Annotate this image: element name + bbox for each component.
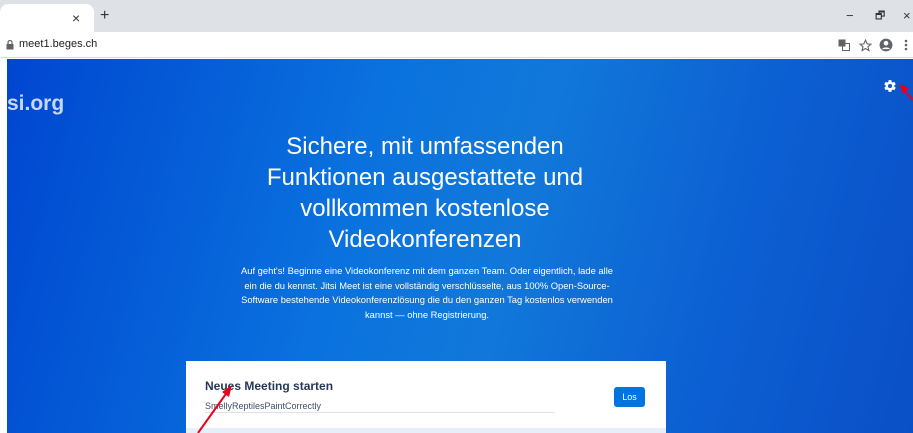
jitsi-welcome-page: si.org Sichere, mit umfassenden Funktion… [7,59,913,433]
headline-line: Funktionen ausgestattete und [266,164,584,191]
translate-icon[interactable] [836,37,852,53]
headline-line: Sichere, mit umfassenden [286,133,564,160]
page-description: Auf geht's! Beginne eine Videokonferenz … [207,264,647,322]
room-name-input[interactable] [205,399,555,413]
headline-line: Videokonferenzen [328,226,522,253]
address-bar: meet1.beges.ch [0,32,913,58]
jitsi-logo[interactable]: si.org [7,92,64,116]
menu-icon[interactable] [901,37,911,53]
new-tab-button[interactable]: + [100,8,109,24]
active-tab[interactable]: × [0,4,94,32]
headline-line: vollkommen kostenlose [300,195,550,222]
minimize-button[interactable]: − [846,8,854,24]
description-line: Auf geht's! Beginne eine Videokonferenz … [241,265,613,276]
tab-strip: × + − 🗗 × [0,0,913,32]
page-headline: Sichere, mit umfassenden Funktionen ausg… [235,131,615,255]
close-window-button[interactable]: × [903,8,911,24]
description-line: kannst — ohne Registrierung. [364,308,490,320]
description-line: ein die du kennst. Jitsi Meet ist eine v… [244,279,610,291]
go-button[interactable]: Los [614,387,645,407]
start-meeting-card: Neues Meeting starten Los [186,361,666,433]
tab-close-icon[interactable]: × [72,10,80,26]
card-footer-strip [186,428,666,433]
settings-gear-icon[interactable] [883,79,897,93]
card-title: Neues Meeting starten [205,379,334,393]
description-line: Software bestehende Videokonferenzlösung… [241,294,613,305]
star-icon[interactable] [857,37,873,53]
lock-icon[interactable] [6,40,14,50]
account-icon[interactable] [878,37,894,53]
url-text[interactable]: meet1.beges.ch [19,38,97,50]
restore-button[interactable]: 🗗 [875,8,885,24]
